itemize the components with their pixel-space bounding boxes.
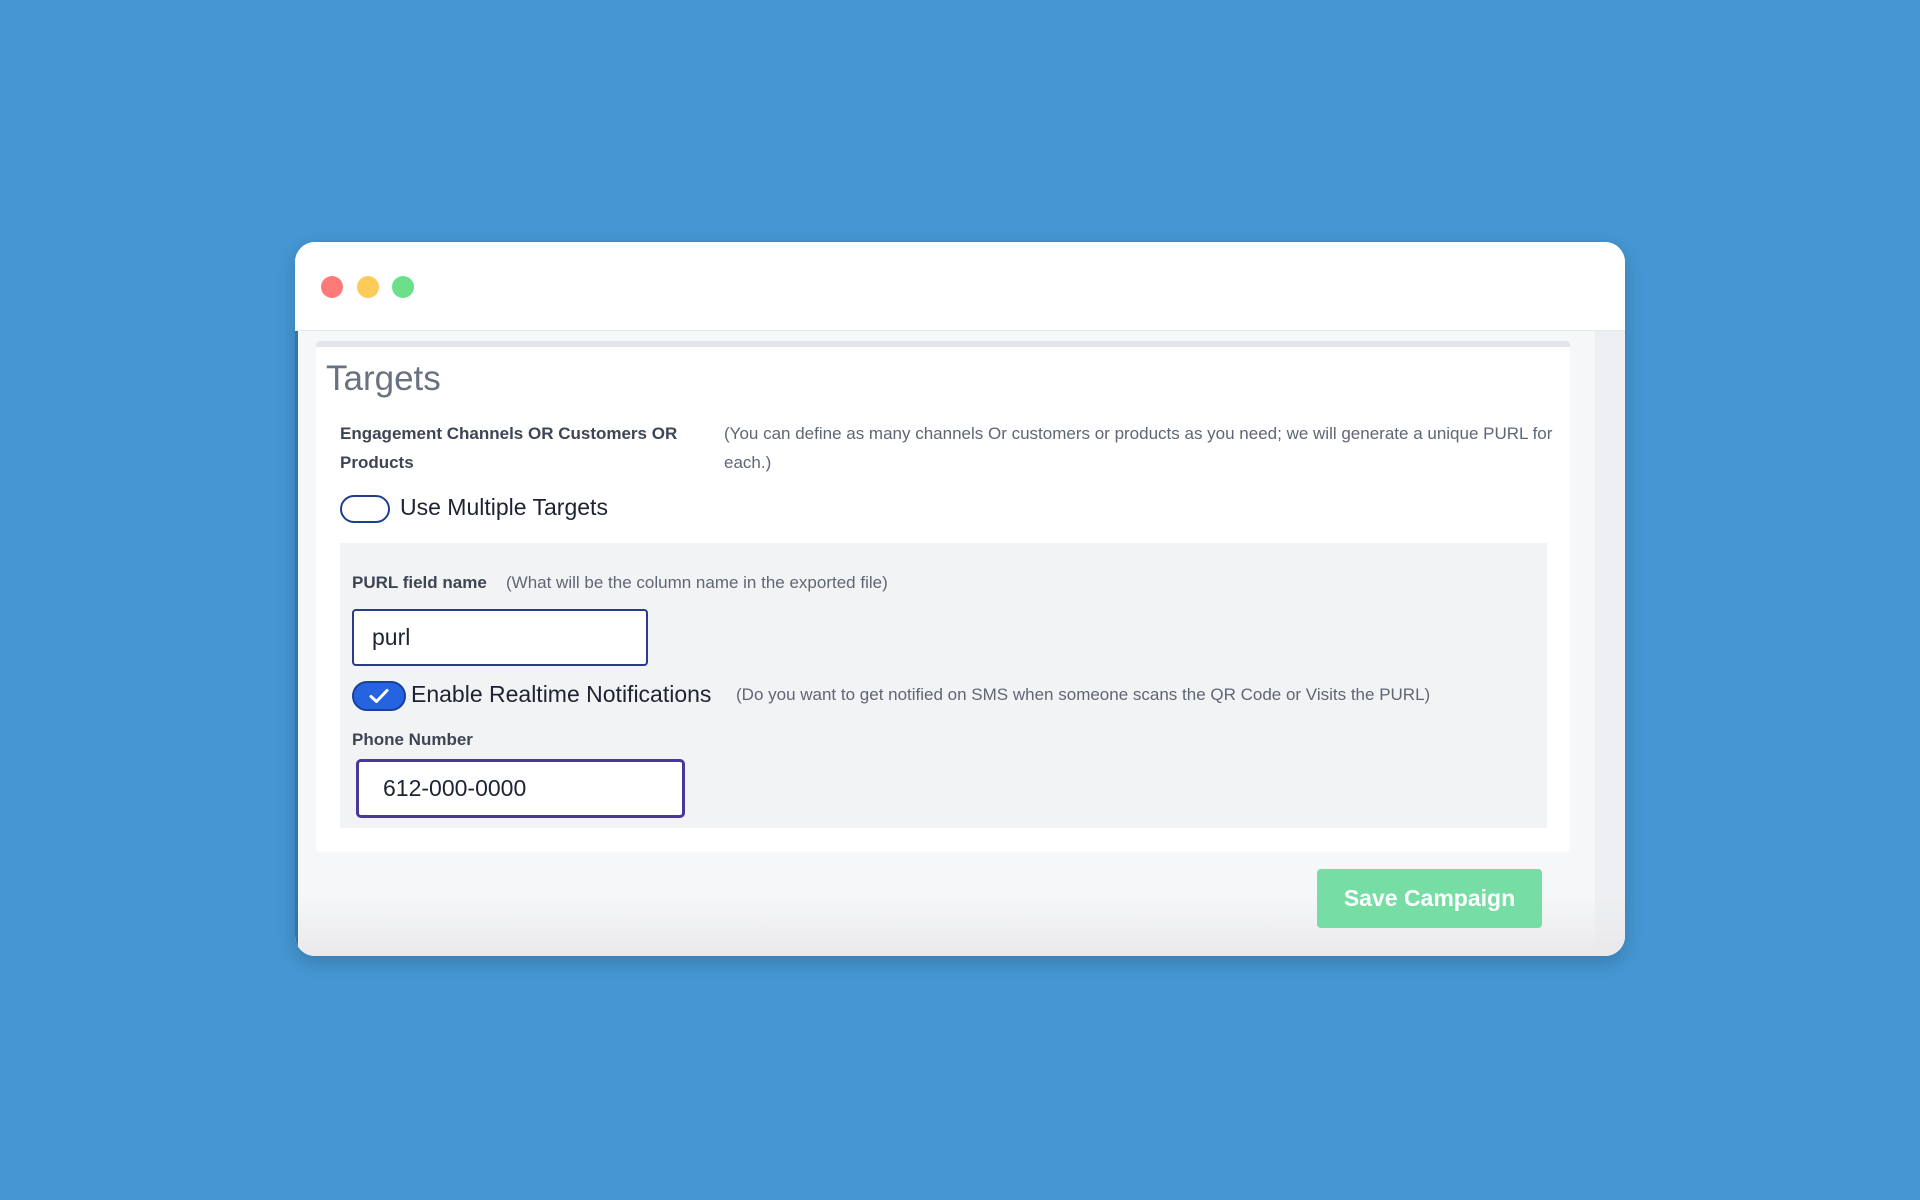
realtime-notifications-toggle[interactable] — [352, 681, 406, 711]
purl-field-label: PURL field name — [352, 573, 487, 592]
multiple-targets-toggle[interactable] — [340, 495, 390, 523]
phone-number-label: Phone Number — [352, 730, 473, 749]
purl-field-help: (What will be the column name in the exp… — [506, 573, 888, 592]
window-minimize-button[interactable] — [357, 276, 379, 298]
save-campaign-button[interactable]: Save Campaign — [1317, 869, 1542, 928]
check-icon — [369, 689, 389, 703]
phone-number-input[interactable] — [356, 759, 685, 818]
engagement-channels-label: Engagement Channels OR Customers OR Prod… — [340, 424, 678, 472]
targets-card: Targets Engagement Channels OR Customers… — [316, 341, 1570, 852]
section-title: Targets — [326, 359, 441, 398]
purl-settings-panel: PURL field name (What will be the column… — [340, 543, 1547, 828]
purl-field-input[interactable] — [352, 609, 648, 666]
app-window: Targets Engagement Channels OR Customers… — [295, 242, 1625, 956]
window-titlebar — [295, 242, 1625, 331]
engagement-channels-help: (You can define as many channels Or cust… — [724, 424, 1553, 472]
realtime-notifications-help: (Do you want to get notified on SMS when… — [736, 685, 1431, 704]
window-maximize-button[interactable] — [392, 276, 414, 298]
scrollbar-track[interactable] — [1595, 331, 1625, 956]
realtime-notifications-label[interactable]: Enable Realtime Notifications — [411, 681, 711, 708]
content-area: Targets Engagement Channels OR Customers… — [295, 331, 1625, 956]
window-close-button[interactable] — [321, 276, 343, 298]
multiple-targets-label[interactable]: Use Multiple Targets — [400, 494, 608, 521]
